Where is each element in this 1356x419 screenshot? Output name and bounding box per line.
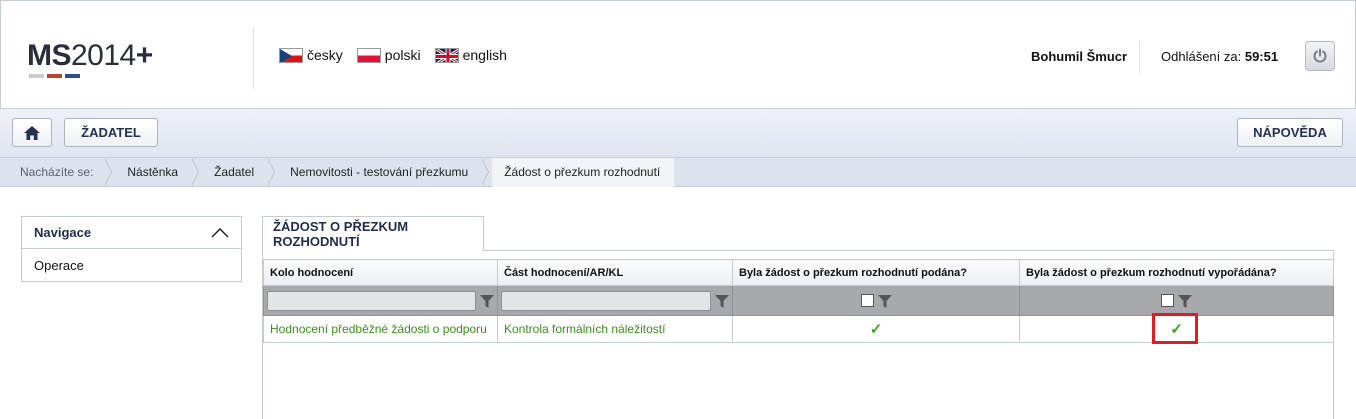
breadcrumb-item-zadatel[interactable]: Žadatel [202,158,268,187]
navigation-header[interactable]: Navigace [22,217,241,249]
table-header-row: Kolo hodnocení Část hodnocení/AR/KL Byla… [263,259,1334,286]
lang-label: english [462,47,507,63]
flag-cz-icon [279,47,303,63]
nav-item-operace[interactable]: Operace [22,249,241,281]
cell-cast[interactable]: Kontrola formálních náležitostí [497,315,733,343]
breadcrumb-separator [104,157,115,187]
help-button[interactable]: NÁPOVĚDA [1237,118,1343,147]
filter-checkbox-vyporadana[interactable] [1161,294,1174,307]
breadcrumb-separator [191,157,202,187]
logo-bar-blue [65,74,80,78]
logout-timer-value: 59:51 [1244,49,1279,64]
chevron-up-icon [211,227,229,238]
filter-wrap [1023,294,1330,308]
zadatel-button[interactable]: ŽADATEL [64,118,158,147]
check-icon: ✓ [869,321,883,338]
filter-row [263,285,1334,316]
logo-bar-red [47,74,62,78]
col-header-cast[interactable]: Část hodnocení/AR/KL [497,259,733,286]
logo-color-bars [29,74,80,78]
navigation-panel: Navigace Operace [21,216,242,282]
filter-checkbox-podana[interactable] [860,294,874,307]
home-icon [24,125,40,140]
logo-year-text: 2014 [71,39,136,72]
navigation-title: Navigace [34,225,92,240]
filter-wrap [501,290,729,311]
filter-icon[interactable] [480,294,494,308]
col-header-podana[interactable]: Byla žádost o přezkum rozhodnutí podána? [732,259,1020,286]
col-header-vyporadana[interactable]: Byla žádost o přezkum rozhodnutí vypořád… [1019,259,1334,286]
logo-plus-text: + [135,39,154,72]
logout-label-text: Odhlášení za: [1161,49,1242,64]
lang-cesky[interactable]: česky [279,47,343,63]
logo-ms-text: MS [27,39,72,72]
toolbar: ŽADATEL NÁPOVĚDA [0,108,1356,158]
lang-label: polski [384,47,421,63]
filter-input-cast[interactable] [501,290,711,311]
col-header-kolo[interactable]: Kolo hodnocení [263,259,498,286]
breadcrumb: Nacházíte se: Nástěnka Žadatel Nemovitos… [0,157,1356,187]
lang-label: česky [307,47,343,63]
cell-kolo[interactable]: Hodnocení předběžné žádosti o podporu [263,315,498,343]
user-name[interactable]: Bohumil Šmucr [1031,49,1127,64]
breadcrumb-label: Nacházíte se: [20,165,94,179]
flag-pl-icon [356,47,381,63]
flag-uk-icon [434,47,459,63]
filter-cell-podana [732,285,1020,316]
cell-podana: ✓ [732,315,1020,343]
language-switcher: česky polski english [279,47,521,63]
filter-icon[interactable] [715,294,729,308]
filter-cell-cast [497,285,733,316]
logout-timer-label: Odhlášení za: 59:51 [1161,49,1278,64]
filter-icon[interactable] [877,294,892,308]
breadcrumb-item-nastenka[interactable]: Nástěnka [115,158,192,187]
power-icon [1313,48,1327,63]
breadcrumb-separator [267,157,278,187]
ms2014-logo[interactable]: MS2014+ [27,39,153,73]
filter-cell-kolo [263,285,498,316]
lang-english[interactable]: english [434,47,507,63]
breadcrumb-separator [481,157,492,187]
header-divider [253,27,254,89]
filter-icon[interactable] [1178,294,1192,308]
app-header: MS2014+ česky polski english Bohumil Šmu… [0,0,1356,108]
filter-wrap [736,294,1016,308]
filter-cell-vyporadana [1019,285,1334,316]
lang-polski[interactable]: polski [356,47,421,63]
highlight-box [1152,313,1198,344]
user-divider [1139,41,1140,73]
filter-wrap [267,290,494,311]
breadcrumb-item-nemovitosti[interactable]: Nemovitosti - testování přezkumu [278,158,482,187]
filter-input-kolo[interactable] [267,290,476,311]
logout-button[interactable] [1305,41,1335,71]
logo-bar-gray [29,74,44,78]
tab-zadost-o-prezkum[interactable]: ŽÁDOST O PŘEZKUM ROZHODNUTÍ [262,216,484,251]
breadcrumb-item-current: Žádost o přezkum rozhodnutí [492,157,675,187]
home-button[interactable] [12,118,52,147]
